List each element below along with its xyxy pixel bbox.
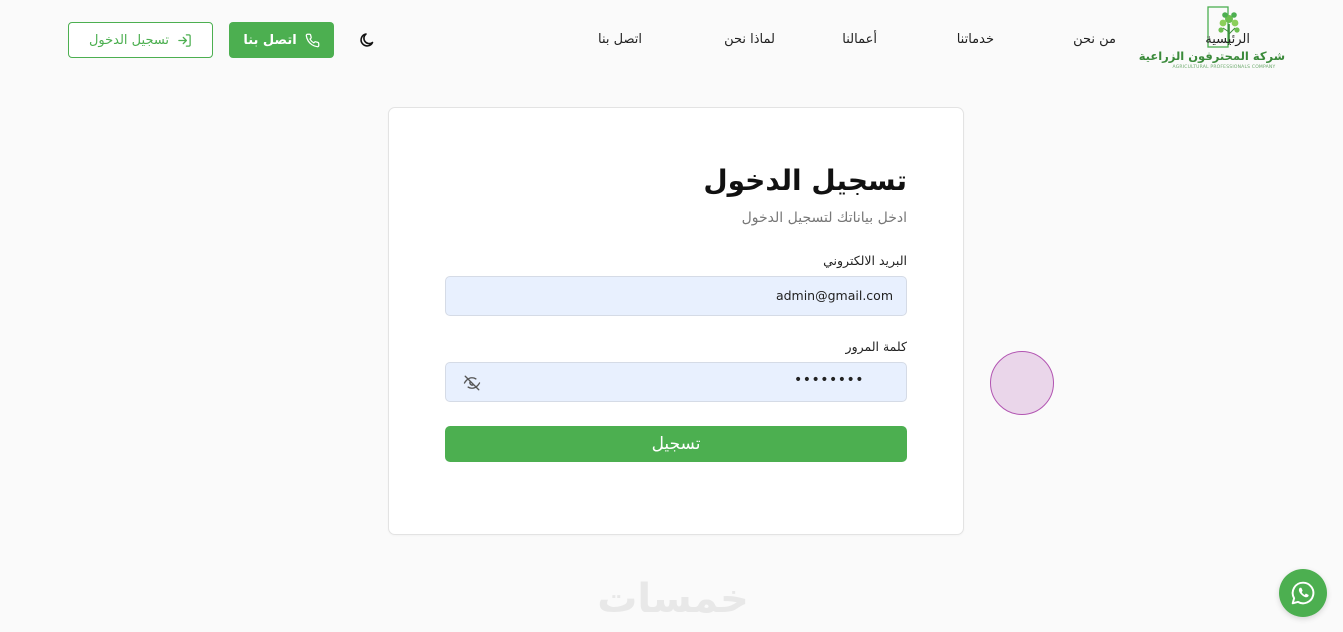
nav-item-works[interactable]: أعمالنا — [842, 32, 877, 47]
whatsapp-icon — [1291, 581, 1315, 605]
password-value: •••••••• — [793, 372, 864, 388]
contact-button-label: اتصل بنا — [243, 32, 297, 48]
cursor-indicator — [990, 351, 1054, 415]
email-label: البريد الالكتروني — [823, 253, 907, 268]
nav-item-home[interactable]: الرئيسية — [1205, 32, 1250, 47]
email-field[interactable]: admin@gmail.com — [445, 276, 907, 316]
login-page: شركة المحترفون الزراعية AGRICULTURAL PRO… — [0, 0, 1343, 632]
contact-button[interactable]: اتصل بنا — [229, 22, 334, 58]
moon-icon — [360, 33, 374, 47]
eye-off-icon[interactable] — [463, 374, 481, 392]
nav-item-contact[interactable]: اتصل بنا — [598, 32, 642, 47]
email-value: admin@gmail.com — [775, 288, 893, 303]
nav-item-services[interactable]: خدماتنا — [957, 32, 994, 47]
login-subtitle: ادخل بياناتك لتسجيل الدخول — [741, 210, 907, 226]
login-title: تسجيل الدخول — [703, 164, 907, 197]
watermark-logo: خمسات — [597, 576, 749, 622]
phone-icon — [305, 33, 320, 47]
site-header: شركة المحترفون الزراعية AGRICULTURAL PRO… — [0, 0, 1343, 80]
theme-toggle-button[interactable] — [358, 30, 378, 50]
submit-button[interactable]: تسجيل — [445, 426, 907, 462]
whatsapp-button[interactable] — [1279, 569, 1327, 617]
nav-item-about[interactable]: من نحن — [1073, 32, 1116, 47]
login-arrow-icon — [178, 33, 191, 47]
password-label: كلمة المرور — [845, 339, 907, 354]
password-field[interactable]: •••••••• — [445, 362, 907, 402]
company-subtitle: AGRICULTURAL PROFESSIONALS COMPANY — [1172, 65, 1276, 70]
nav-item-why-us[interactable]: لماذا نحن — [724, 32, 775, 47]
company-name: شركة المحترفون الزراعية — [1138, 49, 1285, 63]
header-login-button[interactable]: تسجيل الدخول — [68, 22, 213, 58]
header-login-label: تسجيل الدخول — [88, 32, 170, 48]
login-card: تسجيل الدخول ادخل بياناتك لتسجيل الدخول … — [388, 107, 964, 535]
